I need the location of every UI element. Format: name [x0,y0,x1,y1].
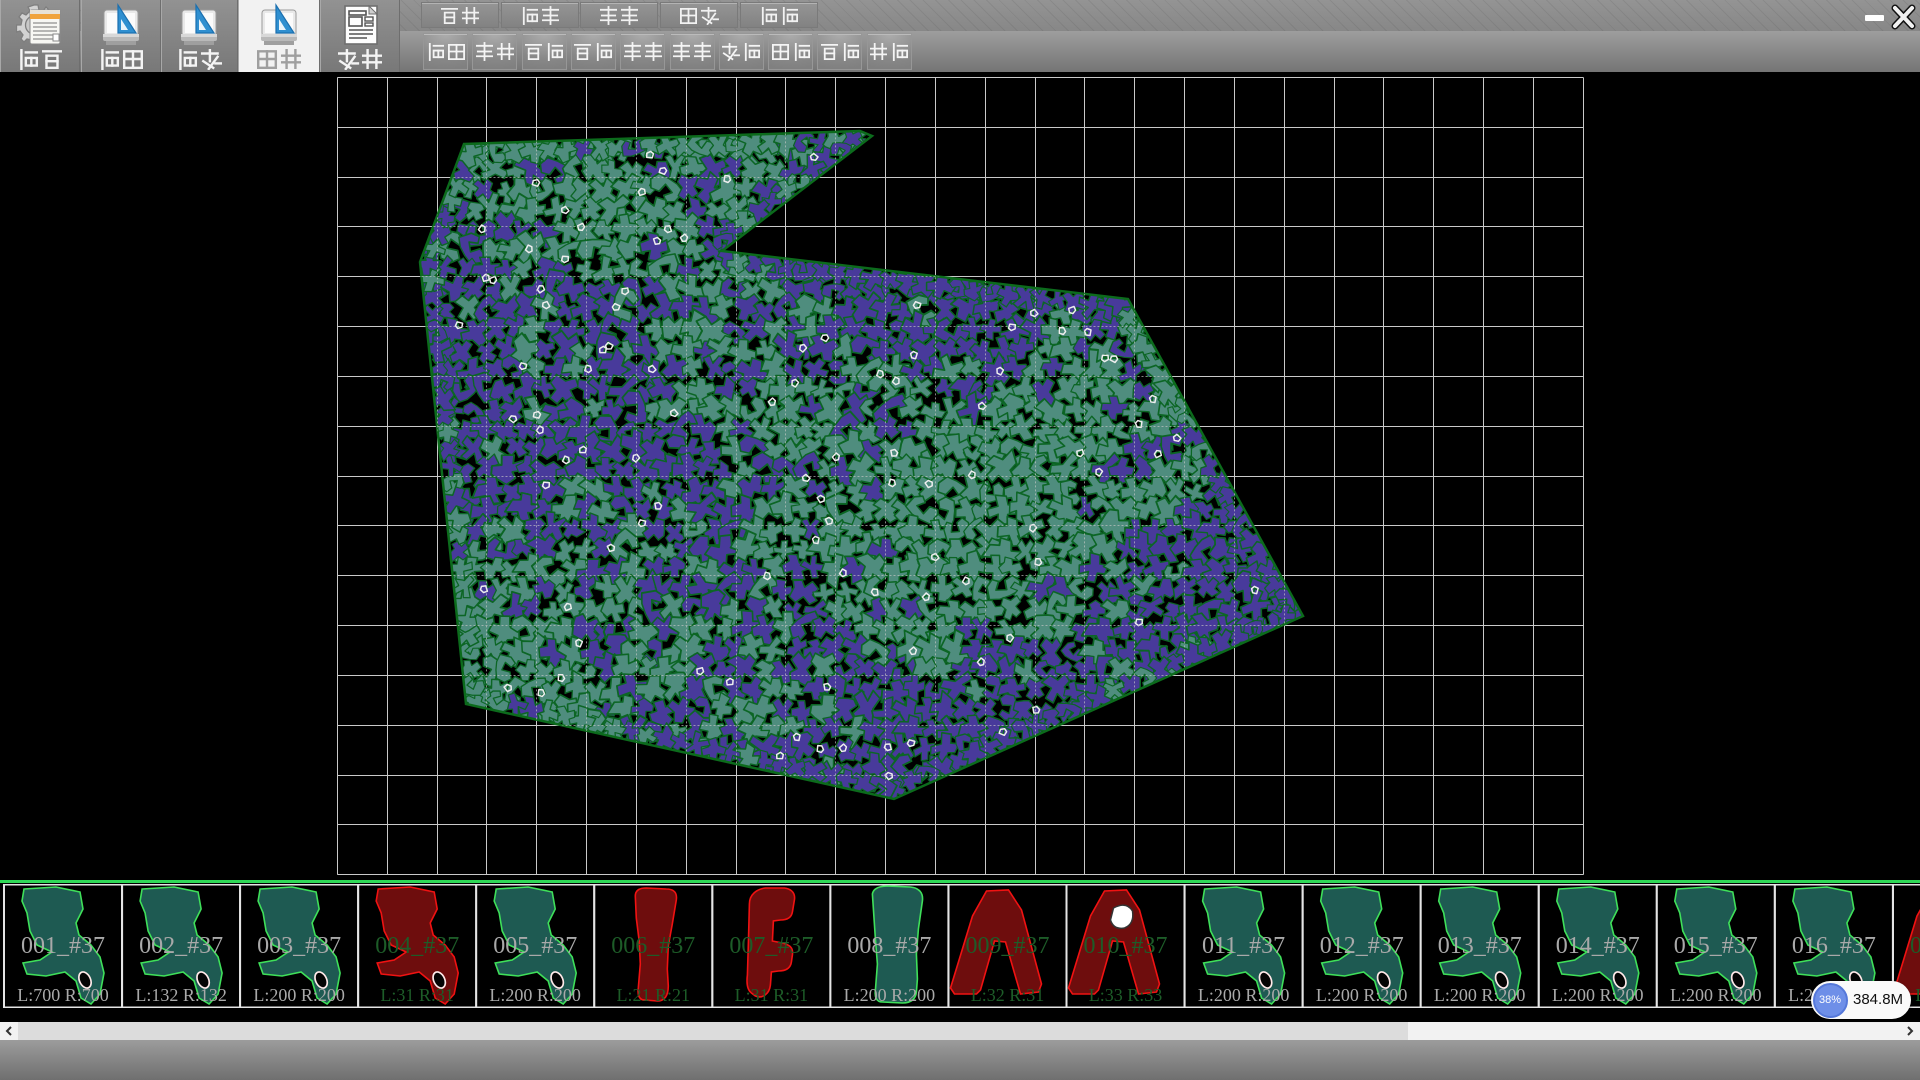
svg-text:L:200 R:200: L:200 R:200 [1552,985,1644,1005]
svg-text:016_#37: 016_#37 [1792,933,1876,959]
svg-text:017_#37: 017_#37 [1910,933,1920,959]
svg-text:L:200 R:200: L:200 R:200 [489,985,581,1005]
svg-text:L:700 R:700: L:700 R:700 [17,985,109,1005]
svg-text:L:132 R:132: L:132 R:132 [135,985,227,1005]
svg-text:L:21 R:21: L:21 R:21 [617,985,691,1005]
svg-text:L:200 R:200: L:200 R:200 [1198,985,1290,1005]
svg-text:009_#37: 009_#37 [966,933,1050,959]
svg-text:011_#37: 011_#37 [1202,933,1285,959]
svg-text:L:33 R:33: L:33 R:33 [1089,985,1163,1005]
svg-text:015_#37: 015_#37 [1674,933,1758,959]
svg-text:012_#37: 012_#37 [1320,933,1404,959]
svg-text:005_#37: 005_#37 [493,933,577,959]
svg-text:L:200 R:200: L:200 R:200 [253,985,345,1005]
svg-text:L:200 R:200: L:200 R:200 [1670,985,1762,1005]
svg-text:006_#37: 006_#37 [611,933,695,959]
svg-text:L:200 R:200: L:200 R:200 [844,985,936,1005]
svg-text:L:32 R:31: L:32 R:31 [971,985,1045,1005]
svg-text:L:200 R:200: L:200 R:200 [1434,985,1526,1005]
svg-text:013_#37: 013_#37 [1438,933,1522,959]
svg-text:L:31 R:31: L:31 R:31 [735,985,809,1005]
svg-text:010_#37: 010_#37 [1084,933,1168,959]
svg-text:002_#37: 002_#37 [139,933,223,959]
svg-text:L:31 R:31: L:31 R:31 [380,985,454,1005]
svg-text:014_#37: 014_#37 [1556,933,1640,959]
svg-text:L:200 R:200: L:200 R:200 [1316,985,1408,1005]
svg-text:L:33 R:33: L:33 R:33 [1915,985,1920,1005]
svg-text:001_#37: 001_#37 [21,933,105,959]
svg-text:003_#37: 003_#37 [257,933,341,959]
svg-text:007_#37: 007_#37 [729,933,813,959]
svg-text:008_#37: 008_#37 [847,933,931,959]
svg-text:004_#37: 004_#37 [375,933,459,959]
